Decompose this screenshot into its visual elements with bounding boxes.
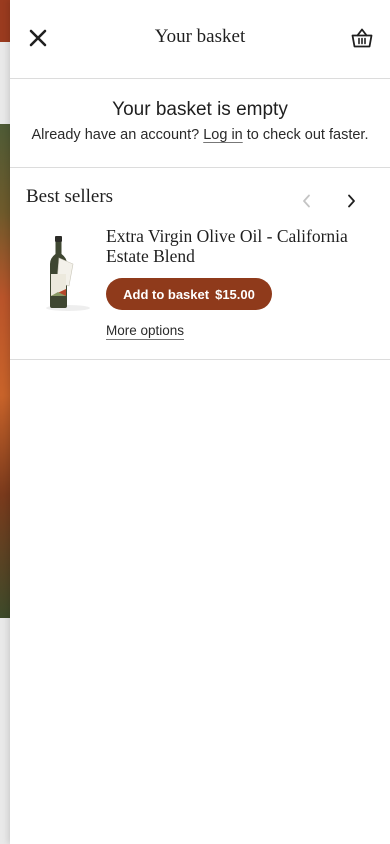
empty-basket-suffix: to check out faster. <box>246 127 369 143</box>
chevron-left-icon <box>303 194 310 208</box>
drawer-title: Your basket <box>154 26 246 47</box>
add-to-basket-button[interactable]: Add to basket $15.00 <box>106 278 272 310</box>
chevron-right-icon <box>348 194 355 208</box>
empty-basket-prefix: Already have an account? <box>31 127 200 143</box>
empty-basket-title: Your basket is empty <box>112 99 288 120</box>
background-banner <box>0 0 10 42</box>
product-name[interactable]: Extra Virgin Olive Oil - California Esta… <box>106 226 376 266</box>
empty-basket-section: Your basket is empty Already have an acc… <box>10 79 390 168</box>
basket-button[interactable] <box>348 24 376 52</box>
olive-oil-bottle-image <box>46 236 90 311</box>
background-photo <box>0 124 10 618</box>
drawer-header: Your basket <box>10 0 390 79</box>
basket-icon <box>351 28 373 48</box>
carousel-next-button[interactable] <box>342 192 360 210</box>
product-image[interactable] <box>40 234 90 312</box>
add-to-basket-label: Add to basket <box>123 286 210 302</box>
best-sellers-section: Best sellers Extra Virgin Olive Oil - Ca… <box>10 168 390 360</box>
more-options-link[interactable]: More options <box>106 323 185 340</box>
login-link[interactable]: Log in <box>203 127 243 143</box>
carousel-prev-button[interactable] <box>298 192 316 210</box>
best-sellers-title: Best sellers <box>26 186 114 207</box>
empty-basket-message: Already have an account? Log in to check… <box>10 127 390 143</box>
basket-drawer: Your basket Your basket is empty Already… <box>10 0 390 844</box>
product-price: $15.00 <box>215 286 255 302</box>
